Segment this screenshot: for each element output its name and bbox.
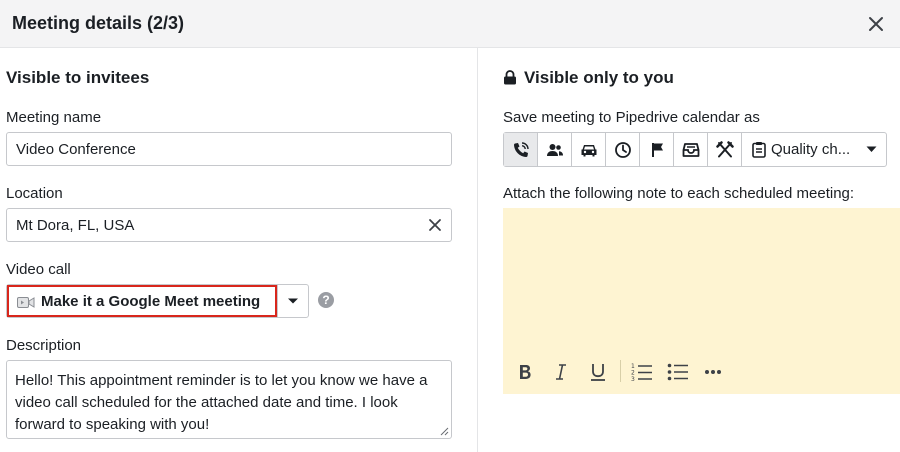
activity-type-meeting[interactable] (538, 133, 572, 166)
clipboard-icon (752, 142, 766, 158)
inbox-icon (682, 142, 699, 157)
clear-location-icon[interactable] (428, 218, 442, 232)
description-value: Hello! This appointment reminder is to l… (15, 372, 428, 433)
lock-icon (504, 70, 516, 85)
car-icon (581, 144, 596, 156)
select-divider (277, 285, 278, 317)
activity-type-lunch[interactable] (708, 133, 742, 166)
bold-button[interactable] (515, 360, 535, 384)
meeting-name-value: Video Conference (16, 141, 136, 158)
lunch-icon (715, 140, 734, 157)
meeting-icon (546, 143, 563, 156)
invitees-section-title: Visible to invitees (6, 68, 150, 87)
column-divider (477, 48, 478, 452)
modal-title: Meeting details (2/3) (12, 13, 185, 33)
underline-icon (591, 364, 605, 381)
more-options-button[interactable] (703, 360, 723, 384)
clock-icon (614, 141, 631, 158)
video-call-value: Make it a Google Meet meeting (41, 293, 261, 310)
resize-handle-icon[interactable] (439, 426, 449, 436)
note-label: Attach the following note to each schedu… (503, 185, 855, 202)
bold-icon (520, 365, 531, 379)
help-icon[interactable]: ? (318, 292, 334, 308)
toolbar-separator (620, 360, 621, 382)
flag-icon (651, 142, 663, 157)
svg-text:3: 3 (631, 376, 635, 382)
activity-type-toolbar: Quality ch... (503, 132, 887, 167)
note-editor[interactable]: 1 2 3 (503, 208, 900, 394)
activity-type-call[interactable] (504, 133, 538, 166)
activity-type-dropdown[interactable]: Quality ch... (742, 133, 886, 166)
private-section-title: Visible only to you (524, 68, 674, 87)
bulleted-list-icon (667, 363, 688, 381)
location-label: Location (6, 185, 63, 202)
close-icon[interactable] (866, 14, 886, 34)
description-label: Description (6, 337, 82, 354)
google-meet-option[interactable]: Make it a Google Meet meeting (7, 285, 277, 317)
activity-type-car[interactable] (572, 133, 606, 166)
calendar-type-label: Save meeting to Pipedrive calendar as (503, 109, 760, 126)
modal-header: Meeting details (2/3) (0, 0, 900, 48)
underline-button[interactable] (587, 360, 609, 384)
more-icon (705, 370, 721, 374)
location-input[interactable]: Mt Dora, FL, USA (6, 208, 452, 242)
chevron-down-icon (866, 146, 877, 152)
activity-type-email[interactable] (674, 133, 708, 166)
meeting-name-label: Meeting name (6, 109, 102, 126)
italic-icon (556, 364, 566, 380)
numbered-list-button[interactable]: 1 2 3 (631, 360, 653, 384)
video-call-select[interactable]: Make it a Google Meet meeting (6, 284, 309, 318)
chevron-down-icon[interactable] (287, 297, 299, 305)
video-camera-icon (17, 297, 35, 308)
video-call-label: Video call (6, 261, 71, 278)
call-icon (513, 141, 529, 157)
numbered-list-icon: 1 2 3 (631, 363, 652, 382)
activity-type-deadline[interactable] (606, 133, 640, 166)
description-textarea[interactable]: Hello! This appointment reminder is to l… (6, 360, 452, 439)
italic-button[interactable] (551, 360, 571, 384)
location-value: Mt Dora, FL, USA (16, 217, 135, 234)
activity-type-task[interactable] (640, 133, 674, 166)
activity-type-value: Quality ch... (771, 141, 851, 158)
meeting-name-input[interactable]: Video Conference (6, 132, 452, 166)
bulleted-list-button[interactable] (667, 360, 689, 384)
